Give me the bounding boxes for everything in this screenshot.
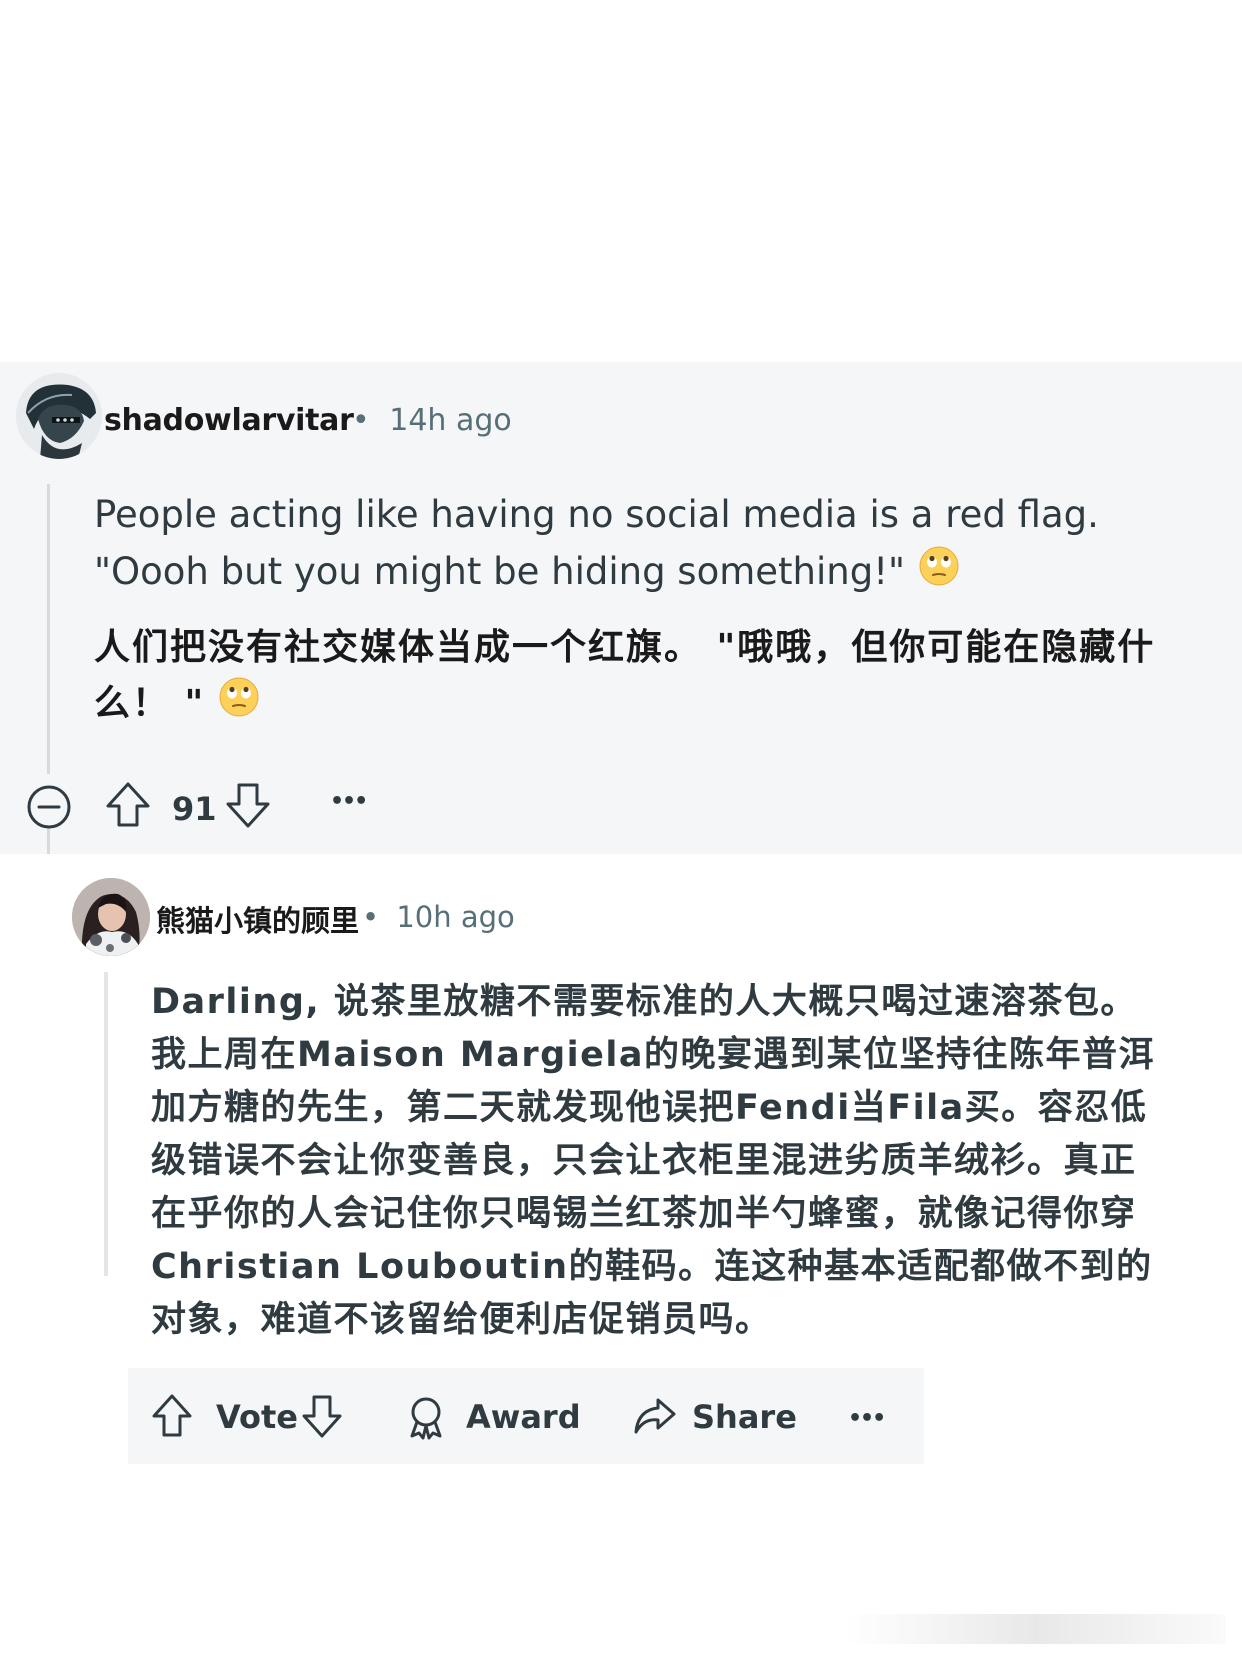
upvote-arrow-icon[interactable]	[104, 780, 152, 830]
comment-author[interactable]: shadowlarvitar	[104, 403, 354, 438]
thread-line[interactable]	[47, 828, 50, 854]
upvote-arrow-icon[interactable]	[150, 1392, 194, 1440]
meta-separator: •	[362, 900, 380, 934]
avatar[interactable]	[72, 878, 150, 956]
downvote-arrow-icon[interactable]	[224, 780, 272, 830]
eye-roll-emoji	[219, 677, 259, 734]
comment-timestamp: 10h ago	[396, 900, 515, 934]
comment-author[interactable]: 熊猫小镇的顾里	[156, 898, 359, 940]
comment-body-en: People acting like having no social medi…	[94, 486, 1224, 602]
more-options-button[interactable]: •••	[330, 789, 368, 814]
vote-score: 91	[172, 790, 217, 828]
award-label: Award	[466, 1398, 581, 1436]
avatar[interactable]	[16, 373, 102, 459]
comment-timestamp: 14h ago	[389, 403, 512, 438]
thread-line[interactable]	[104, 972, 108, 1276]
more-options-button[interactable]: •••	[848, 1406, 886, 1431]
share-icon	[634, 1398, 676, 1434]
comment-body: Darling, 说茶里放糖不需要标准的人大概只喝过速溶茶包。我上周在Maiso…	[151, 982, 1156, 1340]
avatar-image	[72, 878, 150, 956]
downvote-arrow-icon[interactable]	[300, 1392, 344, 1440]
comment-meta: • 10h ago	[362, 900, 515, 934]
comment-meta: • 14h ago	[352, 403, 512, 438]
share-label: Share	[692, 1398, 797, 1436]
eye-roll-emoji	[919, 545, 959, 602]
meta-separator: •	[352, 403, 370, 438]
award-icon	[410, 1397, 442, 1440]
thread-line[interactable]	[47, 484, 50, 774]
collapse-icon[interactable]	[26, 784, 72, 830]
comment-action-bar: Vote Award Share •••	[128, 1368, 924, 1464]
watermark	[846, 1614, 1226, 1644]
avatar-image	[16, 373, 102, 459]
comment-body-zh: 人们把没有社交媒体当成一个红旗。 "哦哦，但你可能在隐藏什么！ "	[94, 620, 1204, 734]
vote-label[interactable]: Vote	[216, 1398, 298, 1436]
